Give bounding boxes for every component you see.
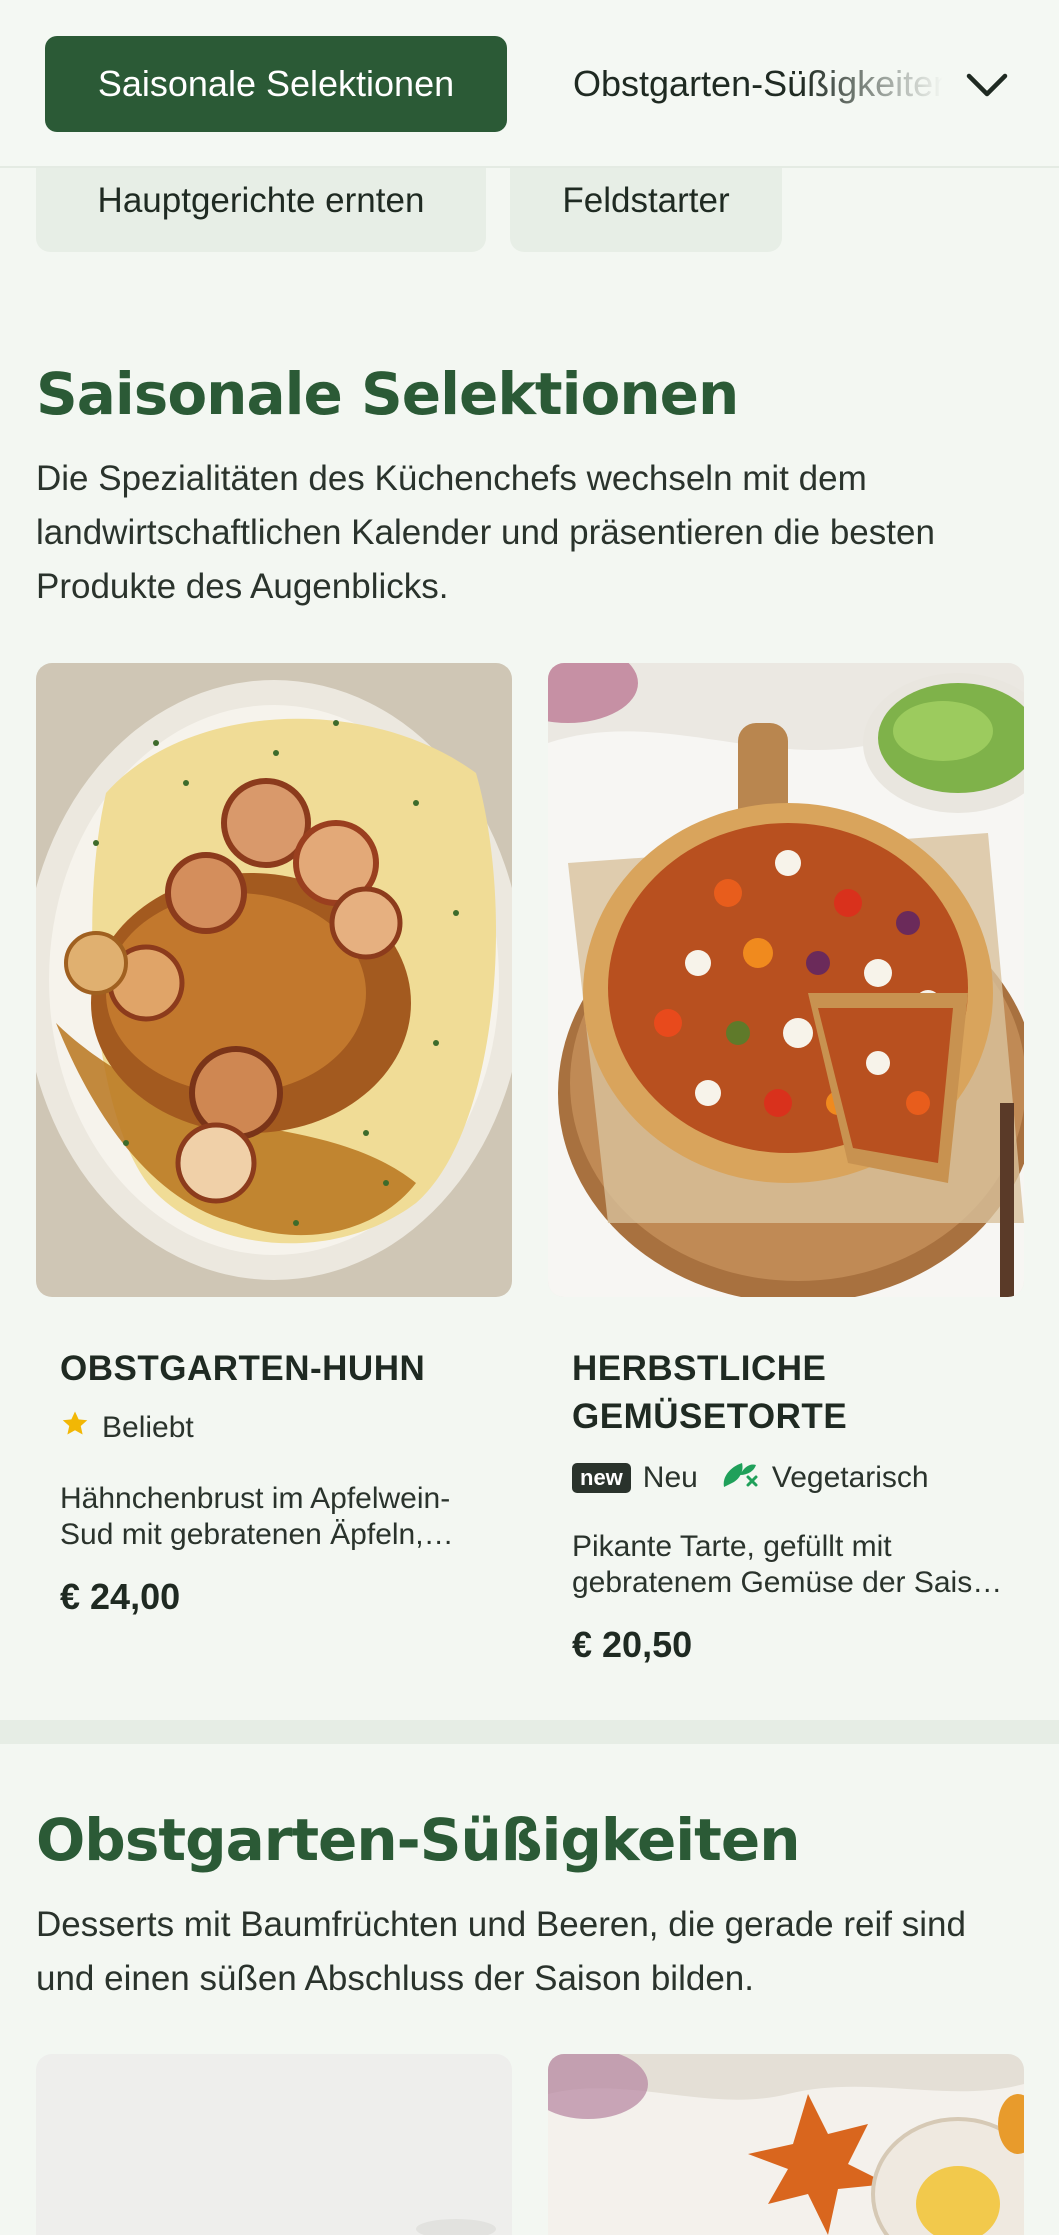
- badge-new: new Neu: [572, 1461, 698, 1495]
- badge-popular: Beliebt: [60, 1409, 194, 1447]
- dish-badges: Beliebt: [60, 1409, 194, 1447]
- dish-image: [36, 663, 512, 1297]
- dish-badges: new Neu Vegetarisch: [572, 1457, 929, 1499]
- new-icon: new: [572, 1463, 631, 1493]
- section-title: Saisonale Selektionen: [36, 360, 739, 428]
- tab-obstgarten-suessigkeiten[interactable]: Obstgarten-Süßigkeiten: [573, 36, 943, 132]
- chevron-down-icon[interactable]: [962, 60, 1012, 110]
- badge-label: Neu: [642, 1461, 698, 1494]
- category-nav: Saisonale Selektionen Obstgarten-Süßigke…: [0, 0, 1059, 168]
- dish-price: € 20,50: [572, 1624, 693, 1665]
- vegetarian-icon: [718, 1457, 760, 1499]
- badge-label: Vegetarisch: [771, 1461, 929, 1494]
- dish-price: € 24,00: [60, 1576, 181, 1617]
- dish-image: [36, 2054, 512, 2235]
- section-description: Desserts mit Baumfrüchten und Beeren, di…: [36, 1905, 966, 1998]
- dish-image: [548, 2054, 1024, 2235]
- menu-item-card[interactable]: [36, 2054, 512, 2235]
- dish-name: HERBSTLICHE GEMÜSETORTE: [572, 1349, 848, 1436]
- section-description: Die Spezialitäten des Küchenchefs wechse…: [36, 459, 935, 606]
- menu-item-card[interactable]: HERBSTLICHE GEMÜSETORTE new Neu Vegetari…: [548, 663, 1024, 1673]
- badge-vegetarian: Vegetarisch: [718, 1457, 929, 1499]
- section-divider: [0, 1720, 1059, 1744]
- badge-label: Beliebt: [102, 1411, 194, 1444]
- menu-item-card[interactable]: [548, 2054, 1024, 2235]
- menu-item-card[interactable]: OBSTGARTEN-HUHN Beliebt Hähnchenbrust im…: [36, 663, 512, 1643]
- star-icon: [60, 1409, 90, 1447]
- tab-saisonale-selektionen[interactable]: Saisonale Selektionen: [45, 36, 507, 132]
- section-title: Obstgarten-Süßigkeiten: [36, 1806, 801, 1874]
- dish-image: [548, 663, 1024, 1297]
- dish-name: OBSTGARTEN-HUHN: [60, 1349, 426, 1388]
- dish-description: Hähnchenbrust im Apfelwein-Sud mit gebra…: [60, 1482, 451, 1551]
- dish-description: Pikante Tarte, gefüllt mit gebratenem Ge…: [572, 1530, 1006, 1599]
